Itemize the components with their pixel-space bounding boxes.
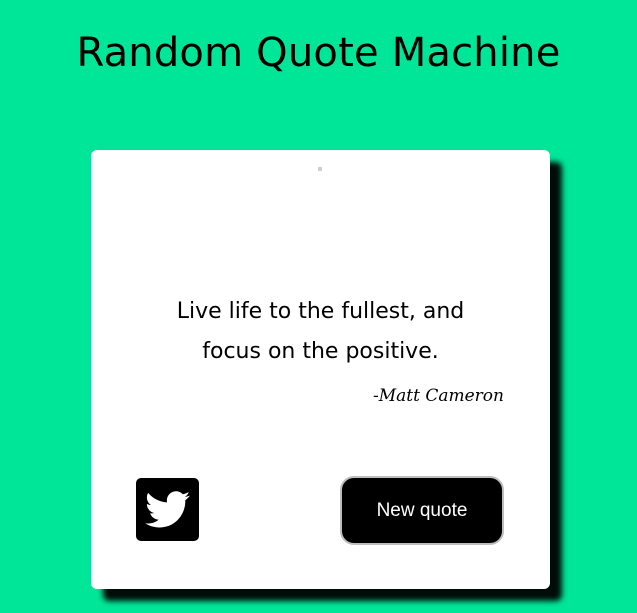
loading-indicator [318,167,322,171]
quote-line-1: Live life to the fullest, and [176,299,465,324]
new-quote-button[interactable]: New quote [340,476,504,545]
page-title: Random Quote Machine [76,30,561,76]
twitter-icon [144,490,190,527]
quote-text: Live life to the fullest, and focus on t… [91,292,550,372]
quote-line-2: focus on the positive. [202,339,439,364]
quote-author: -Matt Cameron [373,386,504,406]
quote-card: Live life to the fullest, and focus on t… [91,150,550,589]
tweet-quote-button[interactable] [136,478,199,541]
